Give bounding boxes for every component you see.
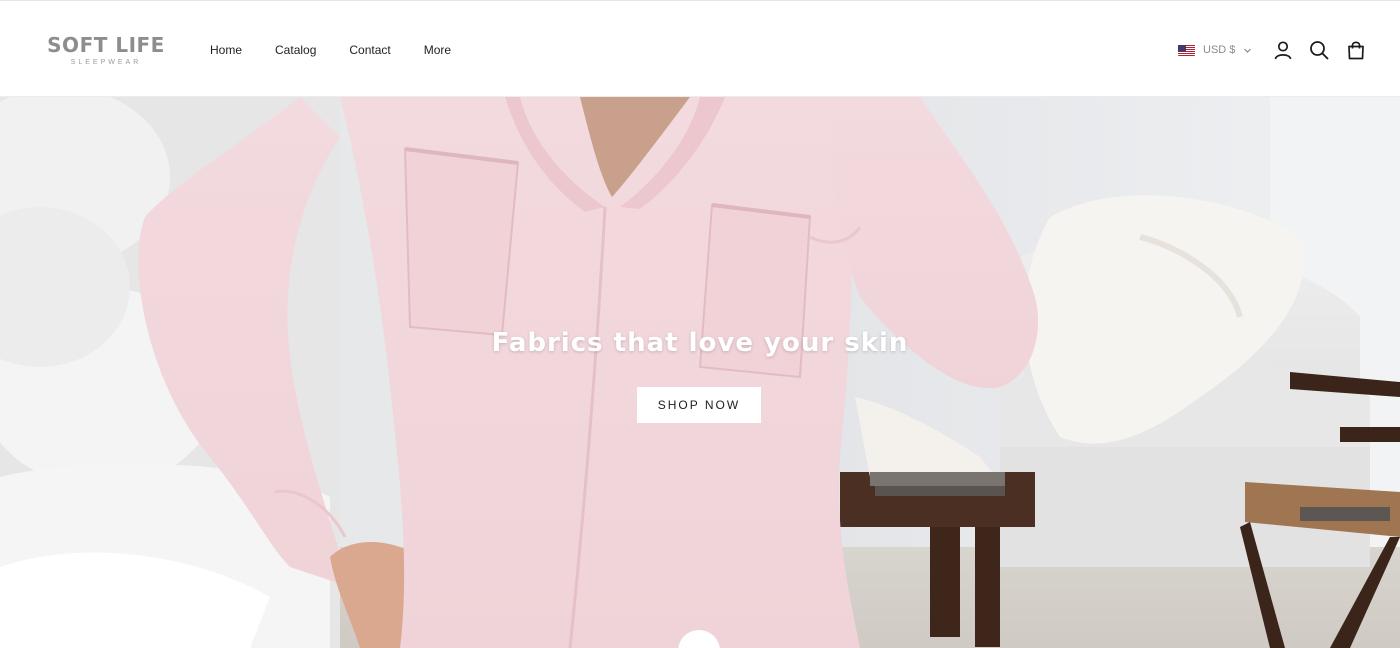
nav-item-contact[interactable]: Contact <box>349 42 390 58</box>
sound-muted-icon[interactable] <box>31 591 55 613</box>
hero-background-image <box>0 97 1400 648</box>
nav-item-home[interactable]: Home <box>210 42 242 58</box>
account-icon[interactable] <box>1272 39 1294 61</box>
cart-bag-icon[interactable] <box>1345 39 1367 61</box>
currency-label: USD $ <box>1203 44 1236 56</box>
us-flag-icon <box>1178 44 1195 56</box>
brand-logo[interactable]: SOFT LIFE SLEEPWEAR <box>45 34 167 67</box>
nav-item-more[interactable]: More <box>424 42 451 58</box>
hero-video-banner: Fabrics that love your skin SHOP NOW <box>0 97 1400 648</box>
main-nav: Home Catalog Contact More <box>210 42 484 58</box>
brand-name: SOFT LIFE <box>47 33 165 57</box>
site-header: SOFT LIFE SLEEPWEAR Home Catalog Contact… <box>0 0 1400 97</box>
hero-headline: Fabrics that love your skin <box>491 328 909 358</box>
brand-tagline: SLEEPWEAR <box>70 59 142 66</box>
search-icon[interactable] <box>1308 39 1330 61</box>
currency-selector[interactable]: USD $ <box>1178 43 1252 57</box>
nav-item-catalog[interactable]: Catalog <box>275 42 316 58</box>
chevron-down-icon <box>1243 46 1252 55</box>
shop-now-button[interactable]: SHOP NOW <box>637 387 761 423</box>
